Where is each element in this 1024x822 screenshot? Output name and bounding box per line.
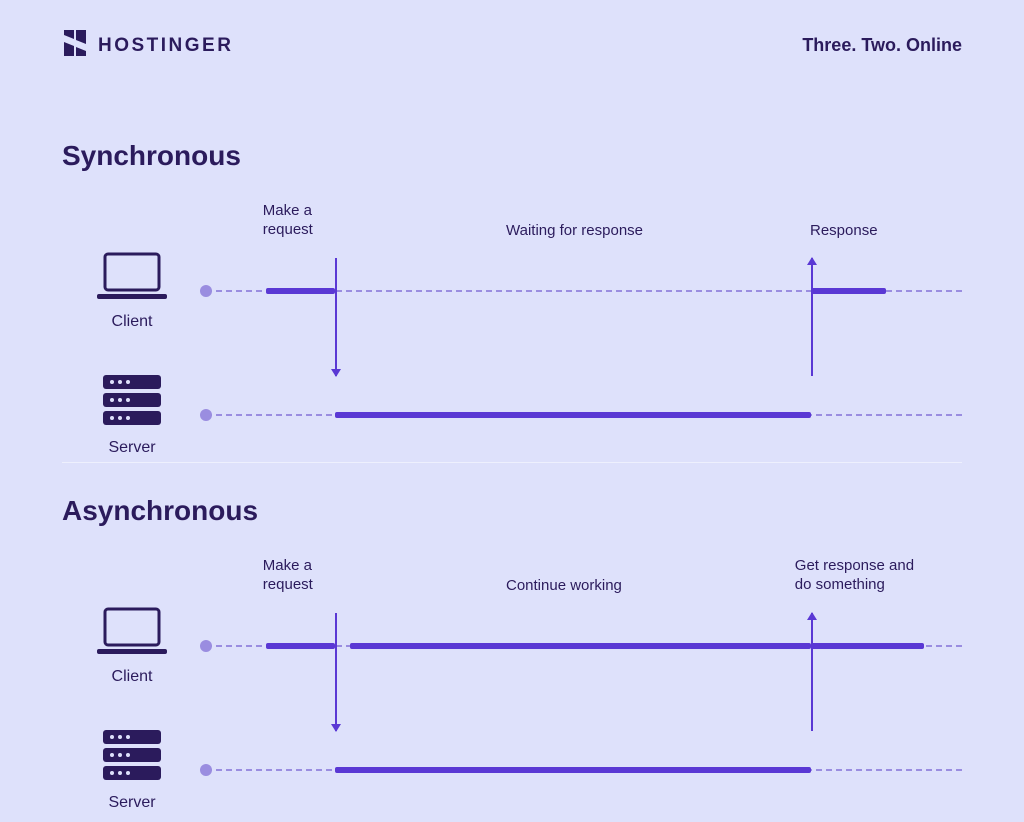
arrow-response-sync bbox=[811, 258, 813, 376]
header: HOSTINGER Three. Two. Online bbox=[0, 0, 1024, 63]
section-divider bbox=[62, 462, 962, 463]
section-synchronous: Synchronous Make a request Waiting for r… bbox=[62, 140, 962, 442]
brand-name: HOSTINGER bbox=[98, 35, 233, 57]
label-make-request-sync: Make a request bbox=[263, 202, 313, 240]
lanes-sync: Make a request Waiting for response Resp… bbox=[62, 202, 962, 442]
label-continue-async: Continue working bbox=[506, 577, 622, 596]
brand: HOSTINGER bbox=[62, 28, 233, 63]
lane-label-client-sync: Client bbox=[112, 313, 153, 331]
timeline-labels-sync: Make a request Waiting for response Resp… bbox=[202, 202, 962, 246]
tagline: Three. Two. Online bbox=[802, 35, 962, 56]
lane-client-sync: Client bbox=[62, 250, 962, 331]
lane-server-async: Server bbox=[62, 727, 962, 812]
section-title-async: Asynchronous bbox=[62, 495, 962, 527]
timeline-labels-async: Make a request Continue working Get resp… bbox=[202, 557, 962, 601]
laptop-icon bbox=[93, 250, 171, 307]
section-title-sync: Synchronous bbox=[62, 140, 962, 172]
lane-server-sync: Server bbox=[62, 372, 962, 457]
label-waiting-sync: Waiting for response bbox=[506, 222, 643, 241]
hostinger-logo-icon bbox=[62, 28, 88, 63]
timeline-server-async bbox=[206, 764, 962, 776]
lane-label-server-async: Server bbox=[108, 794, 155, 812]
laptop-icon bbox=[93, 605, 171, 662]
timeline-client-sync bbox=[206, 285, 962, 297]
label-response-sync: Response bbox=[810, 222, 878, 241]
server-icon bbox=[97, 372, 167, 433]
label-make-request-async: Make a request bbox=[263, 557, 313, 595]
lanes-async: Make a request Continue working Get resp… bbox=[62, 557, 962, 797]
label-get-response-async: Get response and do something bbox=[795, 557, 914, 595]
arrow-response-async bbox=[811, 613, 813, 731]
section-asynchronous: Asynchronous Make a request Continue wor… bbox=[62, 495, 962, 797]
lane-label-client-async: Client bbox=[112, 668, 153, 686]
server-icon bbox=[97, 727, 167, 788]
timeline-server-sync bbox=[206, 409, 962, 421]
lane-client-async: Client bbox=[62, 605, 962, 686]
timeline-client-async bbox=[206, 640, 962, 652]
lane-label-server-sync: Server bbox=[108, 439, 155, 457]
arrow-request-sync bbox=[335, 258, 337, 376]
arrow-request-async bbox=[335, 613, 337, 731]
